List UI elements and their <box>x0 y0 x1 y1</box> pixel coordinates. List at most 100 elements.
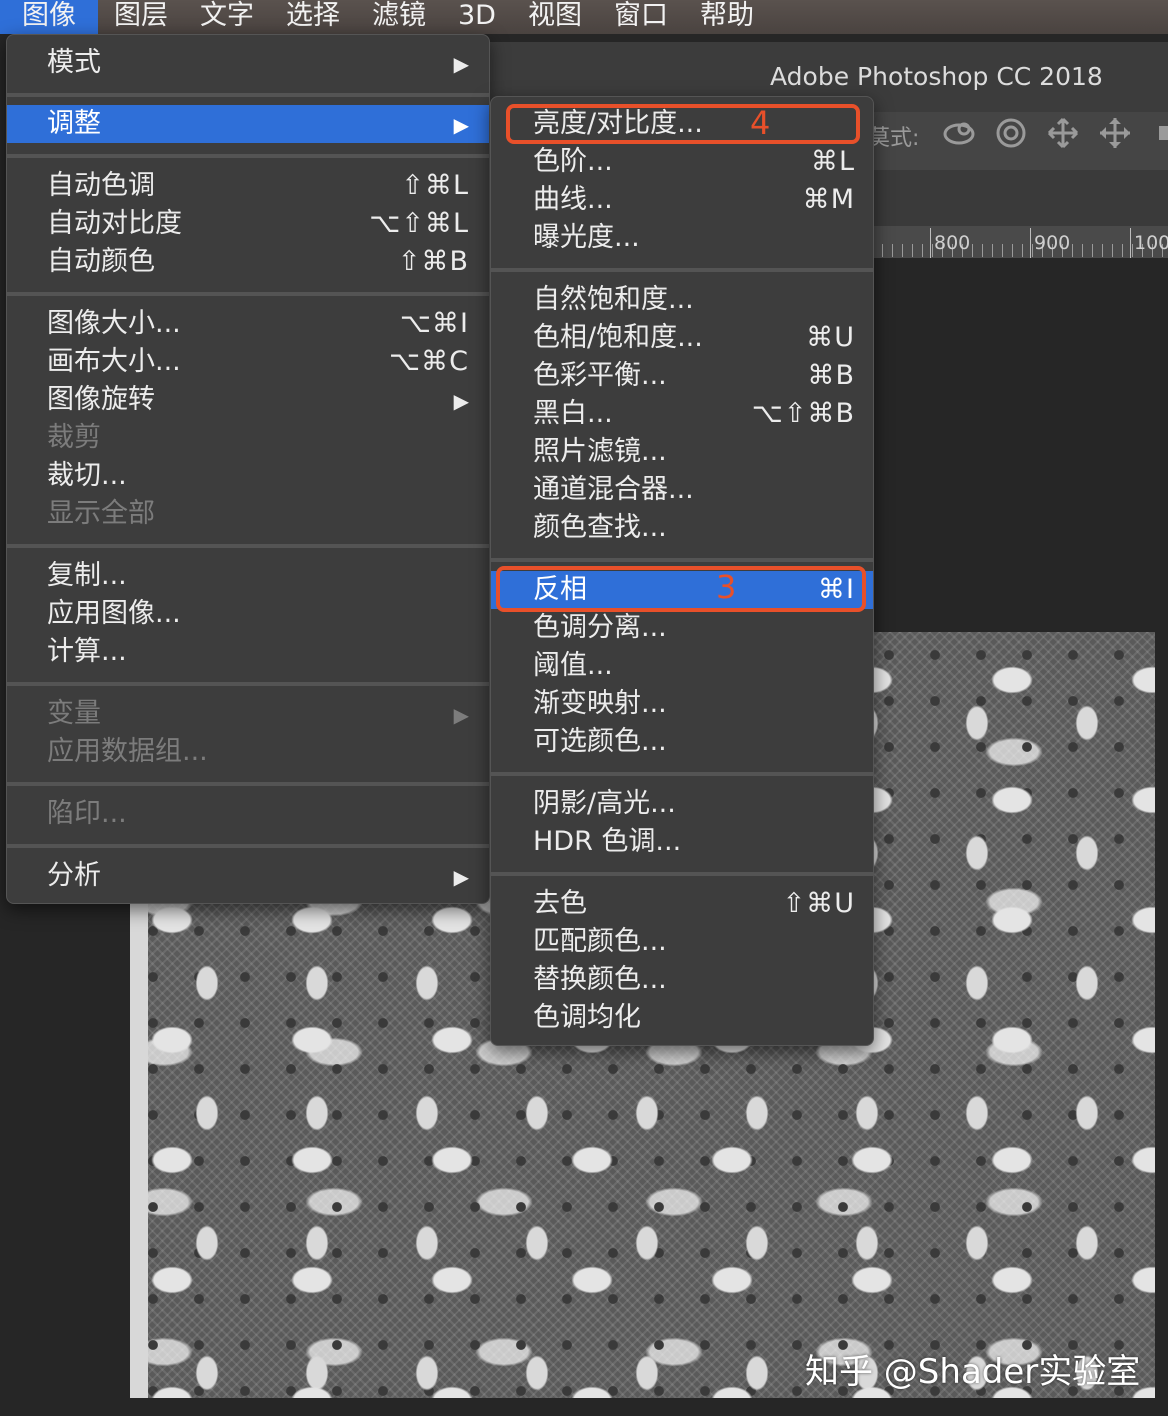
menu-separator <box>7 93 489 97</box>
slide-3d-icon[interactable] <box>1096 116 1134 150</box>
adjustments-submenu: 亮度/对比度... 色阶... ⌘L 曲线... ⌘M 曝光度... 自然饱和度… <box>490 96 874 1046</box>
menu-item-mode[interactable]: 模式 ▶ <box>7 44 489 82</box>
menu-item-analysis[interactable]: 分析 ▶ <box>7 857 489 895</box>
menu-item-label: 计算... <box>47 636 127 667</box>
menubar-item-type[interactable]: 文字 <box>184 0 270 34</box>
menu-item-shortcut: ⇧⌘L <box>401 170 469 201</box>
menu-item-gradient-map[interactable]: 渐变映射... <box>491 685 873 723</box>
menubar-item-3d[interactable]: 3D <box>442 0 512 34</box>
menu-item-duplicate[interactable]: 复制... <box>7 557 489 595</box>
menu-item-invert[interactable]: 反相 ⌘I <box>491 571 873 609</box>
menu-item-threshold[interactable]: 阈值... <box>491 647 873 685</box>
menu-item-auto-contrast[interactable]: 自动对比度 ⌥⇧⌘L <box>7 205 489 243</box>
menubar-item-window[interactable]: 窗口 <box>598 0 684 34</box>
menu-item-desaturate[interactable]: 去色 ⇧⌘U <box>491 885 873 923</box>
annotation-step-number: 4 <box>750 104 771 142</box>
menubar-item-help[interactable]: 帮助 <box>684 0 770 34</box>
image-menu: 模式 ▶ 调整 ▶ 自动色调 ⇧⌘L 自动对比度 ⌥⇧⌘L 自动颜色 ⇧⌘B 图… <box>6 34 490 904</box>
menu-item-shortcut: ⌥⌘I <box>399 308 469 339</box>
menu-item-auto-color[interactable]: 自动颜色 ⇧⌘B <box>7 243 489 281</box>
menu-item-label: 自然饱和度... <box>533 284 694 315</box>
menu-item-label: 阈值... <box>533 650 613 681</box>
menu-item-label: 亮度/对比度... <box>533 108 703 139</box>
scale-3d-icon[interactable] <box>1148 116 1168 150</box>
submenu-arrow-icon: ▶ <box>453 113 469 137</box>
menu-item-label: 通道混合器... <box>533 474 694 505</box>
menu-item-channel-mixer[interactable]: 通道混合器... <box>491 471 873 509</box>
menu-item-label: 照片滤镜... <box>533 436 667 467</box>
menu-item-exposure[interactable]: 曝光度... <box>491 219 873 257</box>
menu-separator <box>491 558 873 562</box>
menu-item-label: 应用数据组... <box>47 736 208 767</box>
menu-item-black-white[interactable]: 黑白... ⌥⇧⌘B <box>491 395 873 433</box>
menu-item-label: 渐变映射... <box>533 688 667 719</box>
menu-item-calculations[interactable]: 计算... <box>7 633 489 671</box>
menubar-item-select[interactable]: 选择 <box>270 0 356 34</box>
menu-item-reveal-all: 显示全部 <box>7 495 489 533</box>
menu-item-image-size[interactable]: 图像大小... ⌥⌘I <box>7 305 489 343</box>
menu-item-label: 裁切... <box>47 460 127 491</box>
menu-item-trap: 陷印... <box>7 795 489 833</box>
watermark: 知乎 @Shader实验室 <box>805 1352 1141 1392</box>
menu-item-label: 匹配颜色... <box>533 926 667 957</box>
pan-3d-icon[interactable] <box>1044 116 1082 150</box>
menu-item-label: 画布大小... <box>47 346 181 377</box>
menu-item-levels[interactable]: 色阶... ⌘L <box>491 143 873 181</box>
menu-item-curves[interactable]: 曲线... ⌘M <box>491 181 873 219</box>
options-mode-label: 莫式: <box>868 126 920 151</box>
submenu-arrow-icon: ▶ <box>453 52 469 76</box>
menu-item-auto-tone[interactable]: 自动色调 ⇧⌘L <box>7 167 489 205</box>
menu-item-label: 裁剪 <box>47 422 101 453</box>
lace-image-edge <box>130 900 148 1398</box>
menu-item-color-lookup[interactable]: 颜色查找... <box>491 509 873 547</box>
menu-item-apply-image[interactable]: 应用图像... <box>7 595 489 633</box>
ruler-ticks <box>872 244 1168 257</box>
menu-item-hdr-toning[interactable]: HDR 色调... <box>491 823 873 861</box>
menubar-item-view[interactable]: 视图 <box>512 0 598 34</box>
menu-item-label: 色彩平衡... <box>533 360 667 391</box>
menu-item-label: 颜色查找... <box>533 512 667 543</box>
ruler-major-tick <box>1030 228 1031 258</box>
menu-item-label: 分析 <box>47 860 101 891</box>
menu-item-label: 反相 <box>533 574 587 605</box>
menu-item-label: 应用图像... <box>47 598 181 629</box>
menu-item-shortcut: ⌥⇧⌘B <box>751 398 855 429</box>
menu-item-hue-saturation[interactable]: 色相/饱和度... ⌘U <box>491 319 873 357</box>
orbit-3d-icon[interactable] <box>940 116 978 150</box>
menubar-item-layer[interactable]: 图层 <box>98 0 184 34</box>
menu-item-label: 自动颜色 <box>47 246 155 277</box>
menu-item-equalize[interactable]: 色调均化 <box>491 999 873 1037</box>
menu-item-selective-color[interactable]: 可选颜色... <box>491 723 873 761</box>
menu-item-label: 调整 <box>47 108 101 139</box>
menu-item-label: 复制... <box>47 560 127 591</box>
menu-separator <box>7 292 489 296</box>
menu-item-adjustments[interactable]: 调整 ▶ <box>7 105 489 143</box>
menu-item-trim[interactable]: 裁切... <box>7 457 489 495</box>
menu-item-vibrance[interactable]: 自然饱和度... <box>491 281 873 319</box>
menu-item-image-rotation[interactable]: 图像旋转 ▶ <box>7 381 489 419</box>
submenu-arrow-icon: ▶ <box>453 389 469 413</box>
menu-item-label: 自动色调 <box>47 170 155 201</box>
menubar-item-image[interactable]: 图像 <box>0 0 98 34</box>
menu-separator <box>491 872 873 876</box>
menu-item-color-balance[interactable]: 色彩平衡... ⌘B <box>491 357 873 395</box>
menu-item-photo-filter[interactable]: 照片滤镜... <box>491 433 873 471</box>
menu-item-brightness-contrast[interactable]: 亮度/对比度... <box>491 105 873 143</box>
menu-item-apply-data-set: 应用数据组... <box>7 733 489 771</box>
app-title: Adobe Photoshop CC 2018 <box>770 62 1103 91</box>
menu-item-canvas-size[interactable]: 画布大小... ⌥⌘C <box>7 343 489 381</box>
menu-item-label: 黑白... <box>533 398 613 429</box>
menu-item-variables: 变量 ▶ <box>7 695 489 733</box>
menu-item-replace-color[interactable]: 替换颜色... <box>491 961 873 999</box>
ruler-label: 100( <box>1134 232 1168 254</box>
menubar-item-filter[interactable]: 滤镜 <box>356 0 442 34</box>
menu-item-shortcut: ⌘I <box>818 574 855 605</box>
menu-item-shadows-highlights[interactable]: 阴影/高光... <box>491 785 873 823</box>
menu-item-match-color[interactable]: 匹配颜色... <box>491 923 873 961</box>
menu-separator <box>491 268 873 272</box>
menu-item-label: 色调均化 <box>533 1002 641 1033</box>
menu-separator <box>7 844 489 848</box>
menu-item-posterize[interactable]: 色调分离... <box>491 609 873 647</box>
roll-3d-icon[interactable] <box>992 116 1030 150</box>
menu-item-label: 可选颜色... <box>533 726 667 757</box>
